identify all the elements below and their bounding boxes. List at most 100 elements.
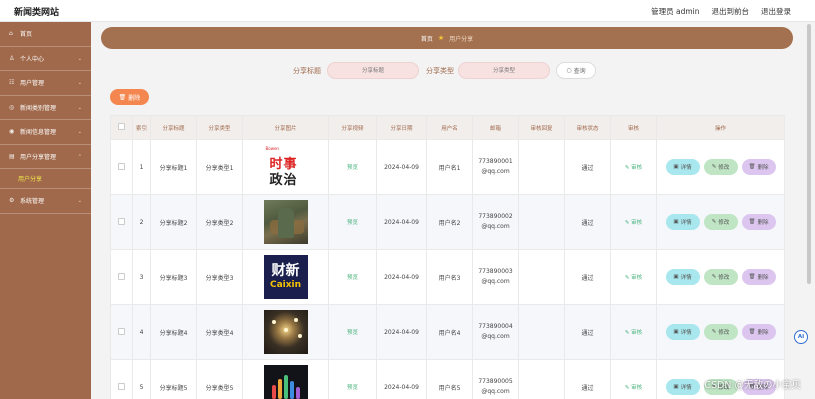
row-checkbox[interactable] <box>118 217 125 225</box>
edit-button[interactable]: ✎ 修改 <box>703 159 738 175</box>
sidebar-item-news-category[interactable]: ◎ 新闻类别管理 ⌄ <box>0 96 91 120</box>
select-all-cell[interactable] <box>110 115 133 140</box>
delete-label: 删除 <box>757 330 769 336</box>
detail-label: 详情 <box>680 220 692 226</box>
share-image-thumbnail[interactable] <box>263 200 308 244</box>
title-search-input[interactable] <box>327 62 419 79</box>
col-username: 用户名 <box>426 115 473 140</box>
sidebar-item-news-info[interactable]: ◉ 新闻信息管理 ⌄ <box>0 120 91 145</box>
select-all-checkbox[interactable] <box>118 123 125 130</box>
cell-email-part1: 773890001 <box>478 158 513 165</box>
users-icon: ☷ <box>9 79 15 87</box>
cell-index: 2 <box>132 194 151 250</box>
chevron-down-icon: ⌄ <box>77 55 82 62</box>
delete-button[interactable]: 🗑 删除 <box>741 214 776 230</box>
thumb-shape <box>277 208 294 238</box>
row-checkbox[interactable] <box>118 382 125 390</box>
cell-email-part2: @qq.com <box>481 333 510 340</box>
detail-button[interactable]: ▣ 详情 <box>665 159 700 175</box>
sidebar-item-label: 个人中心 <box>20 55 45 63</box>
table-row: 1 分享标题1 分享类型1 Bowen 时事 政治 预览 2024-04-09 … <box>110 139 785 195</box>
logout-link[interactable]: 退出登录 <box>761 6 791 17</box>
thumb-light <box>271 320 276 324</box>
detail-button[interactable]: ▣ 详情 <box>665 324 700 340</box>
thumb-light <box>297 334 302 338</box>
search-row: 分享标题 分享类型 ○ 查询 <box>101 62 793 80</box>
audit-link[interactable]: ✎ 审核 <box>625 330 642 336</box>
detail-button[interactable]: ▣ 详情 <box>665 214 700 230</box>
audit-link[interactable]: ✎ 审核 <box>625 220 642 226</box>
col-type: 分享类型 <box>196 115 243 140</box>
cell-index: 1 <box>132 139 151 195</box>
edit-button[interactable]: ✎ 修改 <box>703 324 738 340</box>
detail-label: 详情 <box>680 385 692 391</box>
detail-icon: ▣ <box>673 219 679 225</box>
edit-button[interactable]: ✎ 修改 <box>703 269 738 285</box>
share-icon: ▤ <box>9 152 15 160</box>
search-button[interactable]: ○ 查询 <box>556 62 596 79</box>
audit-link[interactable]: ✎ 审核 <box>625 385 642 391</box>
type-search-input[interactable] <box>458 62 550 79</box>
star-icon: ★ <box>437 34 445 42</box>
ai-assistant-button[interactable]: AI <box>794 330 808 344</box>
thumb-bar <box>289 381 294 399</box>
col-index: 索引 <box>132 115 151 140</box>
cell-title: 分享标题2 <box>150 194 197 250</box>
sidebar-item-label: 用户管理 <box>20 80 45 88</box>
share-table: 索引 分享标题 分享类型 分享图片 分享视频 分享日期 用户名 邮箱 审核回复 … <box>110 115 785 399</box>
cell-reply <box>518 249 565 305</box>
thumb-bottom-text: Caixin <box>269 280 302 290</box>
thumb-top-text: 财新 <box>271 263 300 279</box>
thumb-small-text: Bowen <box>265 146 279 151</box>
edit-button[interactable]: ✎ 修改 <box>703 214 738 230</box>
back-to-front-link[interactable]: 退出到前台 <box>712 6 750 17</box>
batch-delete-button[interactable]: 🗑 删除 <box>110 89 149 105</box>
detail-label: 详情 <box>680 165 692 171</box>
sidebar-item-label: 新闻类别管理 <box>20 104 57 112</box>
share-image-thumbnail[interactable]: 财新 Caixin <box>263 255 308 299</box>
trash-icon: 🗑 <box>748 274 756 280</box>
chevron-down-icon: ⌄ <box>77 129 82 135</box>
sidebar-item-home[interactable]: ⌂ 首页 <box>0 22 91 47</box>
sidebar-subitem-user-share[interactable]: 用户分享 <box>0 169 91 189</box>
share-image-thumbnail[interactable] <box>263 365 308 399</box>
detail-button[interactable]: ▣ 详情 <box>665 379 700 395</box>
edit-icon: ✎ <box>711 219 717 225</box>
cell-type: 分享类型1 <box>196 139 243 195</box>
cell-email-part1: 773890003 <box>478 268 513 275</box>
cell-username: 用户名1 <box>426 139 473 195</box>
table-row: 5 分享标题5 分享类型5 预览 2024-04-09 用户名5 7738900… <box>110 359 785 399</box>
delete-button[interactable]: 🗑 删除 <box>741 159 776 175</box>
cell-status: 通过 <box>564 249 611 305</box>
edit-pen-icon: ✎ <box>624 330 630 336</box>
breadcrumb-home[interactable]: 首页 <box>421 34 433 43</box>
cell-title: 分享标题3 <box>150 249 197 305</box>
audit-label: 审核 <box>631 385 643 391</box>
share-image-thumbnail[interactable] <box>263 310 308 354</box>
sidebar-item-system[interactable]: ⚙ 系统管理 ⌄ <box>0 189 91 214</box>
detail-button[interactable]: ▣ 详情 <box>665 269 700 285</box>
watermark: CSDN @无敌の小宝贝 <box>704 380 801 391</box>
sidebar-item-users[interactable]: ☷ 用户管理 ⌄ <box>0 71 91 96</box>
delete-button[interactable]: 🗑 删除 <box>741 269 776 285</box>
audit-link[interactable]: ✎ 审核 <box>625 275 642 281</box>
cell-status: 通过 <box>564 139 611 195</box>
video-preview-link[interactable]: 预览 <box>347 165 358 171</box>
sidebar-item-profile[interactable]: ♙ 个人中心 ⌄ <box>0 47 91 71</box>
delete-button[interactable]: 🗑 删除 <box>741 324 776 340</box>
video-preview-link[interactable]: 预览 <box>347 275 358 281</box>
thumb-bar <box>283 375 288 399</box>
video-preview-link[interactable]: 预览 <box>347 330 358 336</box>
video-preview-link[interactable]: 预览 <box>347 385 358 391</box>
vertical-scrollbar[interactable] <box>807 24 811 284</box>
share-image-thumbnail[interactable]: Bowen 时事 政治 <box>263 145 308 189</box>
edit-label: 修改 <box>718 165 730 171</box>
cell-username: 用户名4 <box>426 304 473 360</box>
audit-link[interactable]: ✎ 审核 <box>625 165 642 171</box>
row-checkbox[interactable] <box>118 272 125 280</box>
video-preview-link[interactable]: 预览 <box>347 220 358 226</box>
edit-pen-icon: ✎ <box>624 220 630 226</box>
row-checkbox[interactable] <box>118 327 125 335</box>
sidebar-item-share-manage[interactable]: ▤ 用户分享管理 ⌃ <box>0 145 91 169</box>
row-checkbox[interactable] <box>118 162 125 170</box>
